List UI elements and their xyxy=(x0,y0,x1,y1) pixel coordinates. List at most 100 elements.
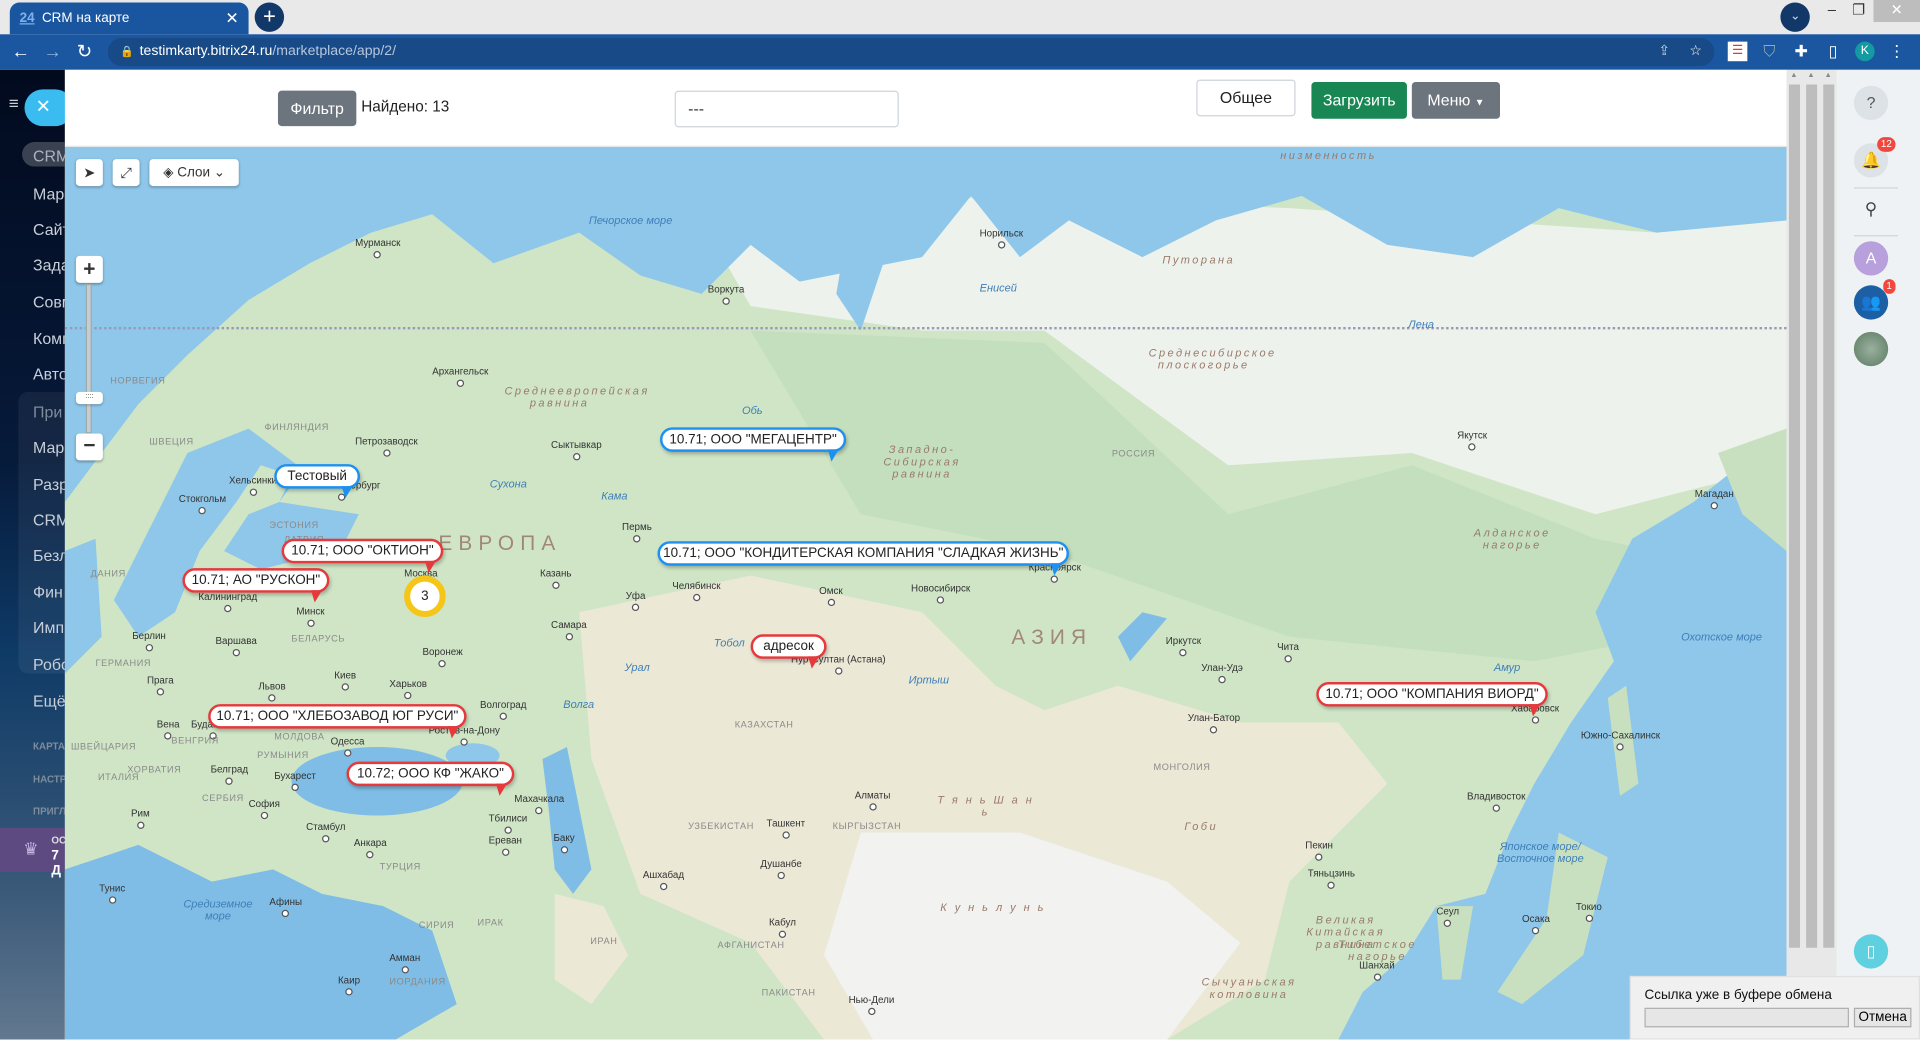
help-button[interactable]: ? xyxy=(1853,85,1889,121)
sidebar-section-title[interactable]: НАСТР xyxy=(33,774,65,785)
geolocation-button[interactable]: ➤ xyxy=(75,159,103,187)
country-label: МОНГОЛИЯ xyxy=(1153,761,1211,773)
zoom-in-button[interactable]: + xyxy=(75,255,103,283)
clipboard-link-field[interactable] xyxy=(1644,1007,1849,1028)
sidebar-item[interactable]: Робо xyxy=(33,655,65,673)
share-icon[interactable]: ⇪ xyxy=(1658,38,1670,66)
geo-feature-label: низменность xyxy=(1280,149,1377,162)
notifications-button[interactable]: 🔔 12 xyxy=(1853,137,1896,178)
water-label: Японское море/Восточное море xyxy=(1497,840,1584,865)
restore-button[interactable]: ❐ xyxy=(1847,0,1871,22)
marker-pointer xyxy=(808,656,820,669)
map-marker[interactable]: 10.71; АО "РУСКОН" xyxy=(182,568,330,603)
marker-cluster[interactable]: 3 xyxy=(404,575,446,618)
filter-button[interactable]: Фильтр xyxy=(277,90,357,127)
contact-photo-avatar[interactable] xyxy=(1853,331,1889,367)
close-window-button[interactable]: ✕ xyxy=(1873,0,1920,23)
bookmark-star-icon[interactable]: ☆ xyxy=(1689,38,1702,66)
sidebar-item[interactable]: Безл xyxy=(33,546,65,564)
scrollbar-thumb[interactable] xyxy=(1788,84,1801,948)
geo-feature-label: К у н ь л у н ь xyxy=(940,901,1046,914)
map-marker[interactable]: адресок xyxy=(750,634,827,669)
water-label: Охотское море xyxy=(1681,630,1763,643)
zoom-slider-track[interactable] xyxy=(85,284,92,434)
sidebar-item[interactable]: Совм xyxy=(33,293,65,311)
map-marker[interactable]: 10.71; ООО "МЕГАЦЕНТР" xyxy=(660,427,847,462)
sidebar-item[interactable]: Мар xyxy=(33,185,64,203)
city-label: Калининград xyxy=(198,591,258,613)
back-icon[interactable]: ← xyxy=(9,34,33,70)
water-label: Кама xyxy=(601,489,628,503)
map-marker[interactable]: 10.72; ООО КФ "ЖАКО" xyxy=(346,761,515,796)
fullscreen-button[interactable]: ⤢ xyxy=(112,159,140,187)
shield-extension-icon[interactable]: ⛉ xyxy=(1760,42,1780,62)
address-bar[interactable]: 🔒 testimkarty.bitrix24.ru/marketplace/ap… xyxy=(107,37,1715,67)
layers-icon: ◈ xyxy=(163,165,174,181)
layers-button[interactable]: ◈ Слои ⌄ xyxy=(149,159,239,187)
chat-button[interactable]: 👥 1 xyxy=(1853,279,1896,320)
city-label: Каир xyxy=(337,974,361,996)
zoom-slider-handle[interactable]: :::: xyxy=(75,391,103,405)
question-icon: ? xyxy=(1866,93,1876,112)
user-avatar[interactable]: A xyxy=(1853,241,1889,276)
tab-search-button[interactable]: ⌄ xyxy=(1780,2,1810,32)
browser-tab[interactable]: 24 CRM на карте ✕ xyxy=(9,2,249,35)
continent-label: АЗИЯ xyxy=(1011,625,1093,649)
water-label: Иртыш xyxy=(908,673,950,686)
reload-icon[interactable]: ↻ xyxy=(72,34,96,70)
extension-icon[interactable]: ☰ xyxy=(1727,41,1748,62)
scrollbar-thumb[interactable] xyxy=(1806,84,1818,948)
preset-select[interactable]: --- xyxy=(674,90,899,128)
forward-icon[interactable]: → xyxy=(40,34,64,70)
scroll-up-icon[interactable]: ▲ xyxy=(1790,72,1797,79)
scroll-up-icon[interactable]: ▲ xyxy=(1824,72,1831,79)
menu-dropdown-button[interactable]: Меню ▼ xyxy=(1411,82,1501,119)
sidebar-item[interactable]: Комп xyxy=(33,329,65,347)
side-panel-icon[interactable]: ▯ xyxy=(1823,42,1843,62)
map-marker[interactable]: 10.71; ООО "ХЛЕБОЗАВОД ЮГ РУСИ" xyxy=(208,704,467,739)
extensions-puzzle-icon[interactable]: ✚ xyxy=(1791,42,1811,62)
minimize-button[interactable]: – xyxy=(1820,0,1844,22)
search-button[interactable]: ⚲ xyxy=(1854,191,1888,225)
url-path: /marketplace/app/2/ xyxy=(272,44,397,59)
sidebar-item[interactable]: При xyxy=(33,403,62,421)
close-tab-icon[interactable]: ✕ xyxy=(225,9,238,29)
sidebar-section-title[interactable]: КАРТА xyxy=(33,741,65,752)
sidebar-item[interactable]: Ещё xyxy=(33,692,65,710)
map-marker[interactable]: 10.71; ООО "ОКТИОН" xyxy=(281,538,444,574)
sidebar-item[interactable]: Зада xyxy=(33,256,65,274)
upload-button[interactable]: Загрузить xyxy=(1311,82,1407,119)
cancel-button[interactable]: Отмена xyxy=(1853,1007,1912,1028)
sidebar-plan-banner[interactable]: ♛ ОС 7 Д xyxy=(0,827,65,878)
sidebar-item[interactable]: Авто xyxy=(33,365,65,383)
new-tab-button[interactable]: + xyxy=(254,2,285,32)
sidebar-item[interactable]: Разр xyxy=(33,475,65,493)
zoom-out-button[interactable]: − xyxy=(75,433,103,461)
scroll-up-icon[interactable]: ▲ xyxy=(1807,72,1814,79)
city-label: Кабул xyxy=(768,917,796,938)
sidebar-item[interactable]: Сайт xyxy=(33,220,65,238)
marker-label: адресок xyxy=(763,639,814,654)
profile-avatar[interactable]: K xyxy=(1855,41,1875,62)
general-button[interactable]: Общее xyxy=(1196,79,1296,117)
country-label: ИРАН xyxy=(590,935,618,947)
sidebar-item[interactable]: Мар xyxy=(33,438,64,456)
country-label: БЕЛАРУСЬ xyxy=(291,633,346,645)
water-label: Амур xyxy=(1493,661,1521,674)
sidebar-item[interactable]: CRM xyxy=(33,147,65,165)
sidebar-item[interactable]: Имп xyxy=(33,618,64,636)
group-chat-icon: 👥 xyxy=(1861,292,1881,312)
sidebar-item[interactable]: CRM xyxy=(33,511,65,529)
hamburger-menu-icon[interactable]: ≡ xyxy=(9,93,19,113)
divider xyxy=(1853,187,1898,189)
sidebar-section-title[interactable]: ПРИГЛ xyxy=(33,806,65,817)
map[interactable]: Мурманск Архангельск Петрозаводск Сыктывкар… xyxy=(64,146,1787,1040)
browser-menu-icon[interactable]: ⋮ xyxy=(1887,42,1907,62)
mobile-app-button[interactable]: ▯ xyxy=(1853,934,1889,969)
map-marker[interactable]: 10.71; ООО "КОМПАНИЯ ВИОРД" xyxy=(1316,682,1548,717)
scrollbar-thumb[interactable] xyxy=(1823,84,1835,948)
map-marker[interactable]: Тестовый xyxy=(274,464,361,499)
city-label: Ашхабад xyxy=(642,869,685,891)
sidebar-item[interactable]: Фин xyxy=(33,583,63,601)
map-marker[interactable]: 10.71; ООО "КОНДИТЕРСКАЯ КОМПАНИЯ "СЛАДК… xyxy=(657,541,1069,576)
